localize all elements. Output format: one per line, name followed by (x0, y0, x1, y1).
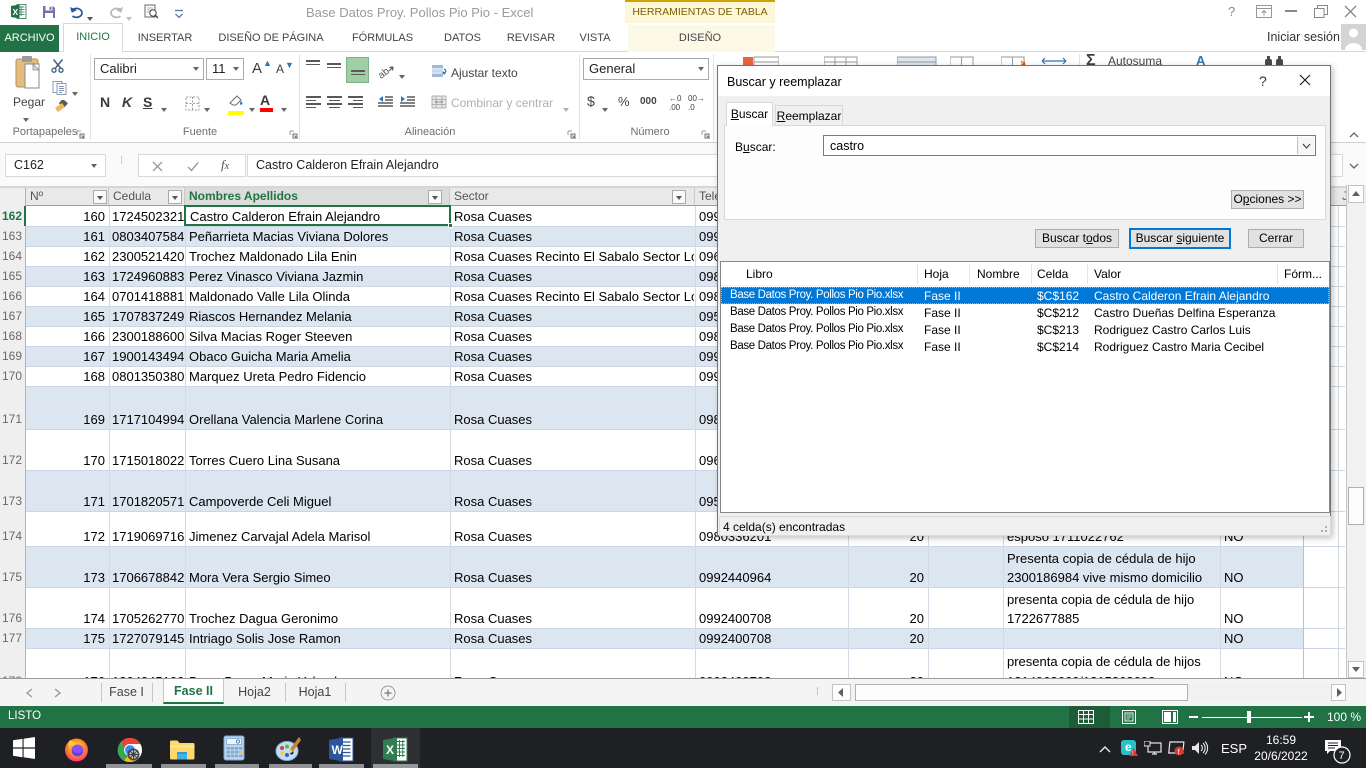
svg-text:X: X (13, 7, 19, 17)
svg-text:W: W (332, 743, 344, 757)
svg-text:!: ! (1178, 749, 1180, 756)
svg-text:7: 7 (1339, 750, 1345, 762)
